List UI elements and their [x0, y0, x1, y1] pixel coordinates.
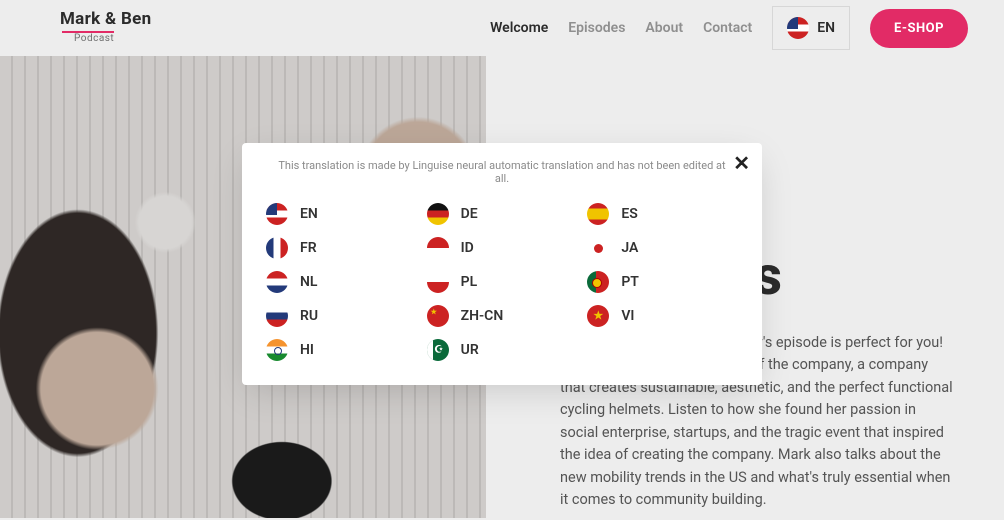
language-option-id[interactable]: ID: [427, 237, 578, 259]
nl-flag-icon: [266, 271, 288, 293]
nav-welcome[interactable]: Welcome: [490, 20, 548, 36]
language-option-zh-cn[interactable]: ZH-CN: [427, 305, 578, 327]
cn-flag-icon: [427, 305, 449, 327]
language-code-label: ES: [621, 206, 637, 222]
id-flag-icon: [427, 237, 449, 259]
brand-subtitle: Podcast: [62, 31, 114, 45]
ru-flag-icon: [266, 305, 288, 327]
language-option-vi[interactable]: VI: [587, 305, 738, 327]
pt-flag-icon: [587, 271, 609, 293]
language-code-label: PL: [461, 274, 478, 290]
language-code-label: EN: [300, 206, 318, 222]
es-flag-icon: [587, 203, 609, 225]
brand-name: Mark & Ben: [60, 11, 151, 29]
pl-flag-icon: [427, 271, 449, 293]
language-option-de[interactable]: DE: [427, 203, 578, 225]
language-option-fr[interactable]: FR: [266, 237, 417, 259]
language-option-en[interactable]: EN: [266, 203, 417, 225]
translation-notice: This translation is made by Linguise neu…: [272, 159, 732, 185]
language-option-ru[interactable]: RU: [266, 305, 417, 327]
pk-flag-icon: [427, 339, 449, 361]
language-code-label: NL: [300, 274, 317, 290]
eshop-button[interactable]: E-SHOP: [870, 9, 968, 48]
in-flag-icon: [266, 339, 288, 361]
language-option-nl[interactable]: NL: [266, 271, 417, 293]
language-code-label: VI: [621, 308, 634, 324]
nav-episodes[interactable]: Episodes: [568, 20, 625, 36]
language-grid: EN DE ES FR ID JA NL PL PT RU ZH-CN VI HI UR: [260, 203, 744, 361]
language-switcher[interactable]: EN: [772, 6, 850, 50]
language-code-label: DE: [461, 206, 478, 222]
fr-flag-icon: [266, 237, 288, 259]
language-option-pl[interactable]: PL: [427, 271, 578, 293]
language-code-label: ZH-CN: [461, 308, 504, 324]
site-header: Mark & Ben Podcast Welcome Episodes Abou…: [0, 0, 1004, 56]
language-option-hi[interactable]: HI: [266, 339, 417, 361]
vn-flag-icon: [587, 305, 609, 327]
us-flag-icon: [266, 203, 288, 225]
language-code-label: FR: [300, 240, 317, 256]
language-option-pt[interactable]: PT: [587, 271, 738, 293]
close-icon[interactable]: ✕: [733, 151, 750, 175]
language-modal: ✕ This translation is made by Linguise n…: [242, 143, 762, 385]
language-code-label: PT: [621, 274, 639, 290]
nav-about[interactable]: About: [645, 20, 683, 36]
language-option-es[interactable]: ES: [587, 203, 738, 225]
primary-nav: Welcome Episodes About Contact EN E-SHOP: [490, 6, 968, 50]
language-code-label: HI: [300, 342, 314, 358]
language-code-label: RU: [300, 308, 318, 324]
language-code-label: ID: [461, 240, 474, 256]
ja-flag-icon: [587, 237, 609, 259]
language-option-ur[interactable]: UR: [427, 339, 578, 361]
us-flag-icon: [787, 17, 809, 39]
de-flag-icon: [427, 203, 449, 225]
language-option-ja[interactable]: JA: [587, 237, 738, 259]
language-code-label: JA: [621, 240, 638, 256]
brand-logo[interactable]: Mark & Ben Podcast: [60, 11, 151, 44]
language-code-label: UR: [461, 342, 479, 358]
nav-contact[interactable]: Contact: [703, 20, 752, 36]
current-language-code: EN: [817, 20, 835, 36]
